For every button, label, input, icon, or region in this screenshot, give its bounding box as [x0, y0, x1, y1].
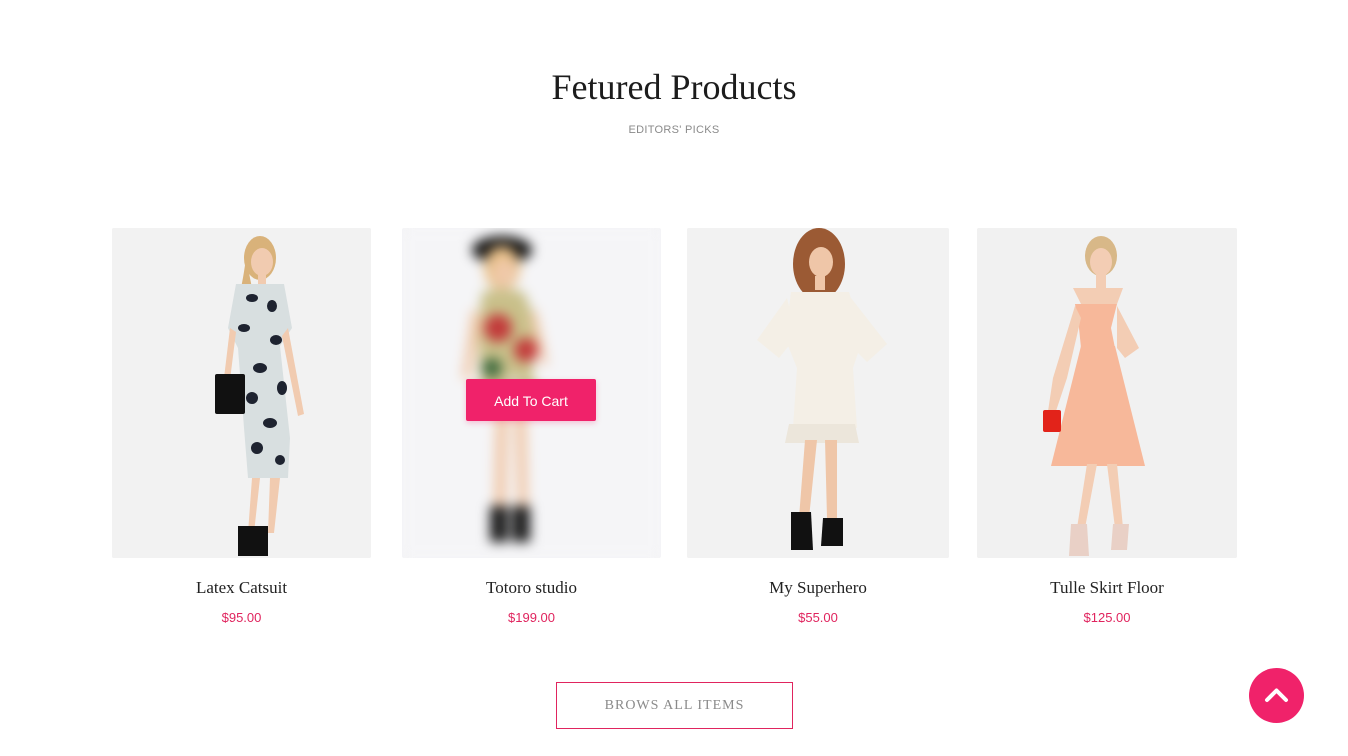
product-name[interactable]: Totoro studio [402, 578, 661, 598]
section-title: Fetured Products [551, 67, 797, 107]
scroll-to-top-button[interactable] [1249, 668, 1304, 723]
product-price: $125.00 [1083, 610, 1131, 625]
product-image[interactable] [687, 228, 949, 558]
dress-figure-icon [977, 228, 1237, 558]
product-image[interactable] [977, 228, 1237, 558]
product-name[interactable]: Latex Catsuit [112, 578, 371, 598]
product-price: $55.00 [798, 610, 838, 625]
product-card[interactable]: My Superhero $55.00 [687, 228, 949, 638]
chevron-up-icon [1265, 688, 1288, 702]
product-price: $199.00 [508, 610, 555, 625]
product-card[interactable]: Latex Catsuit $95.00 [112, 228, 371, 638]
product-price: $95.00 [221, 610, 262, 625]
product-card[interactable]: Tulle Skirt Floor $125.00 [977, 228, 1237, 638]
product-image[interactable] [112, 228, 371, 558]
browse-all-items-button[interactable]: BROWS ALL ITEMS [556, 682, 793, 729]
section-subtitle: EDITORS' PICKS [628, 124, 720, 136]
product-name[interactable]: My Superhero [687, 578, 949, 598]
add-to-cart-button[interactable]: Add To Cart [466, 379, 596, 421]
dress-figure-icon [687, 228, 949, 558]
product-name[interactable]: Tulle Skirt Floor [977, 578, 1237, 598]
dress-figure-icon [112, 228, 371, 558]
product-card[interactable]: Add To Cart Totoro studio $199.00 [402, 228, 661, 638]
